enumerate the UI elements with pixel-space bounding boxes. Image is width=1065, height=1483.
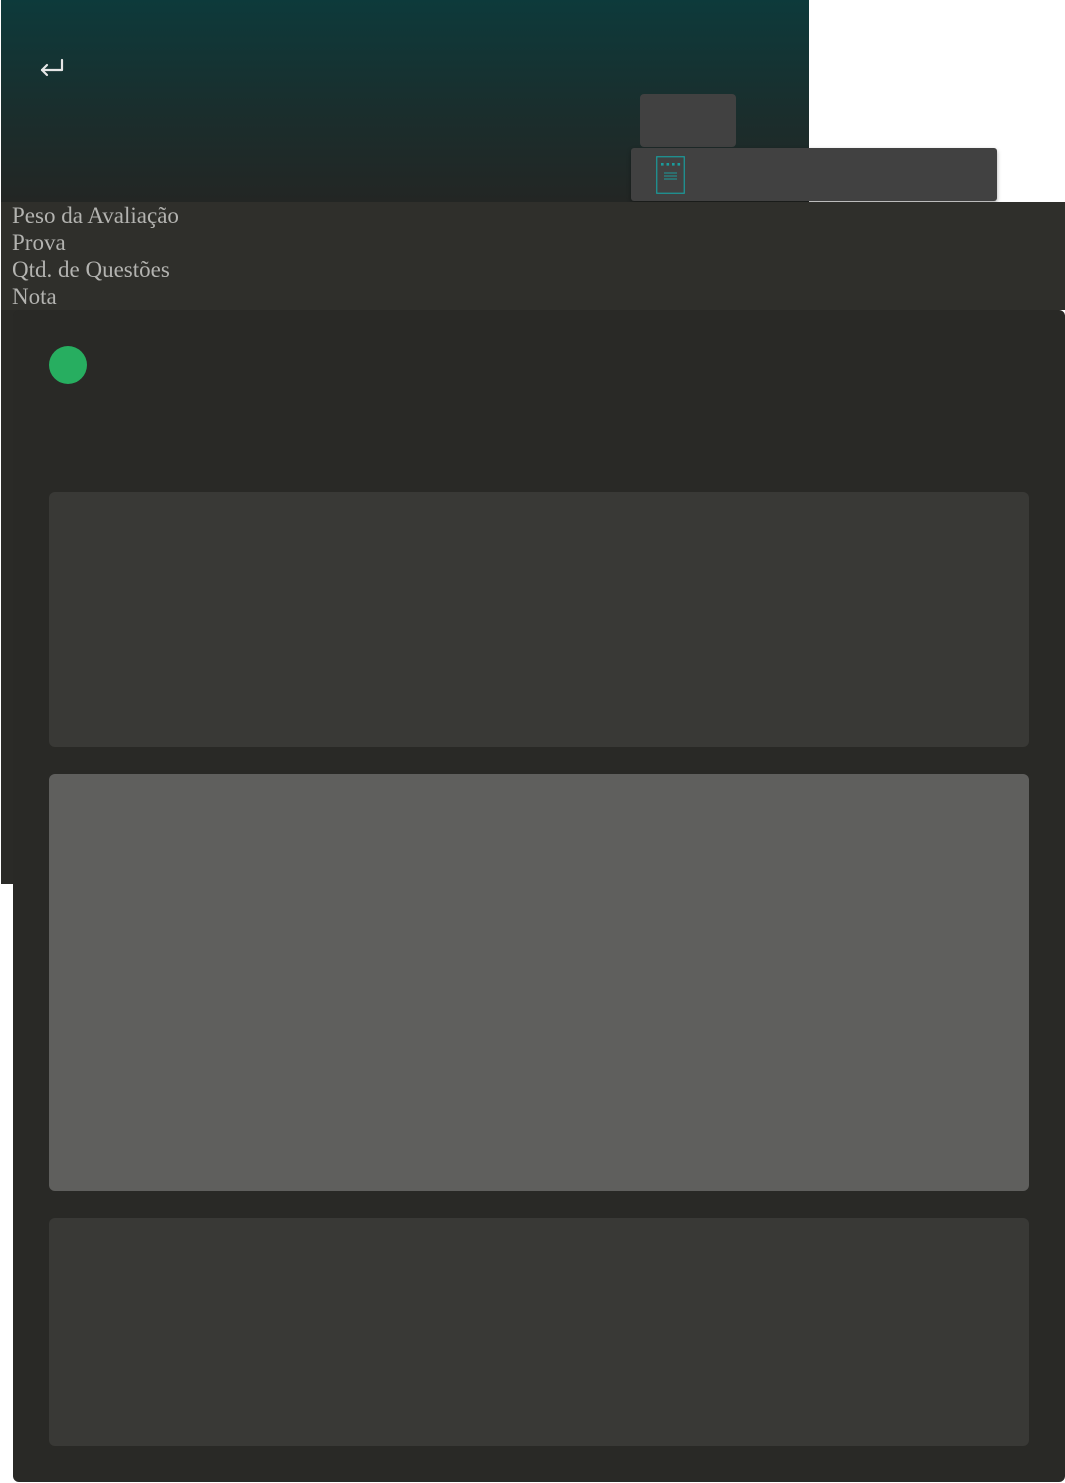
content-panel-top [49, 492, 1029, 747]
evaluation-info-list: Peso da Avaliação Prova Qtd. de Questões… [12, 202, 179, 310]
content-panel-bottom [49, 1218, 1029, 1446]
exam-label: Prova [12, 230, 66, 255]
content-panel-middle [49, 774, 1029, 1191]
question-count-label: Qtd. de Questões [12, 257, 170, 282]
back-button[interactable] [33, 50, 69, 86]
menu-button[interactable] [640, 94, 736, 147]
return-arrow-icon [40, 58, 64, 77]
weight-label: Peso da Avaliação [12, 203, 179, 228]
document-list-icon [656, 155, 685, 194]
main-content-card [13, 310, 1065, 1482]
status-indicator [49, 346, 87, 384]
app-page: Peso da Avaliação Prova Qtd. de Questões… [0, 0, 1065, 1483]
document-bar[interactable] [631, 148, 997, 201]
grade-label: Nota [12, 284, 57, 309]
